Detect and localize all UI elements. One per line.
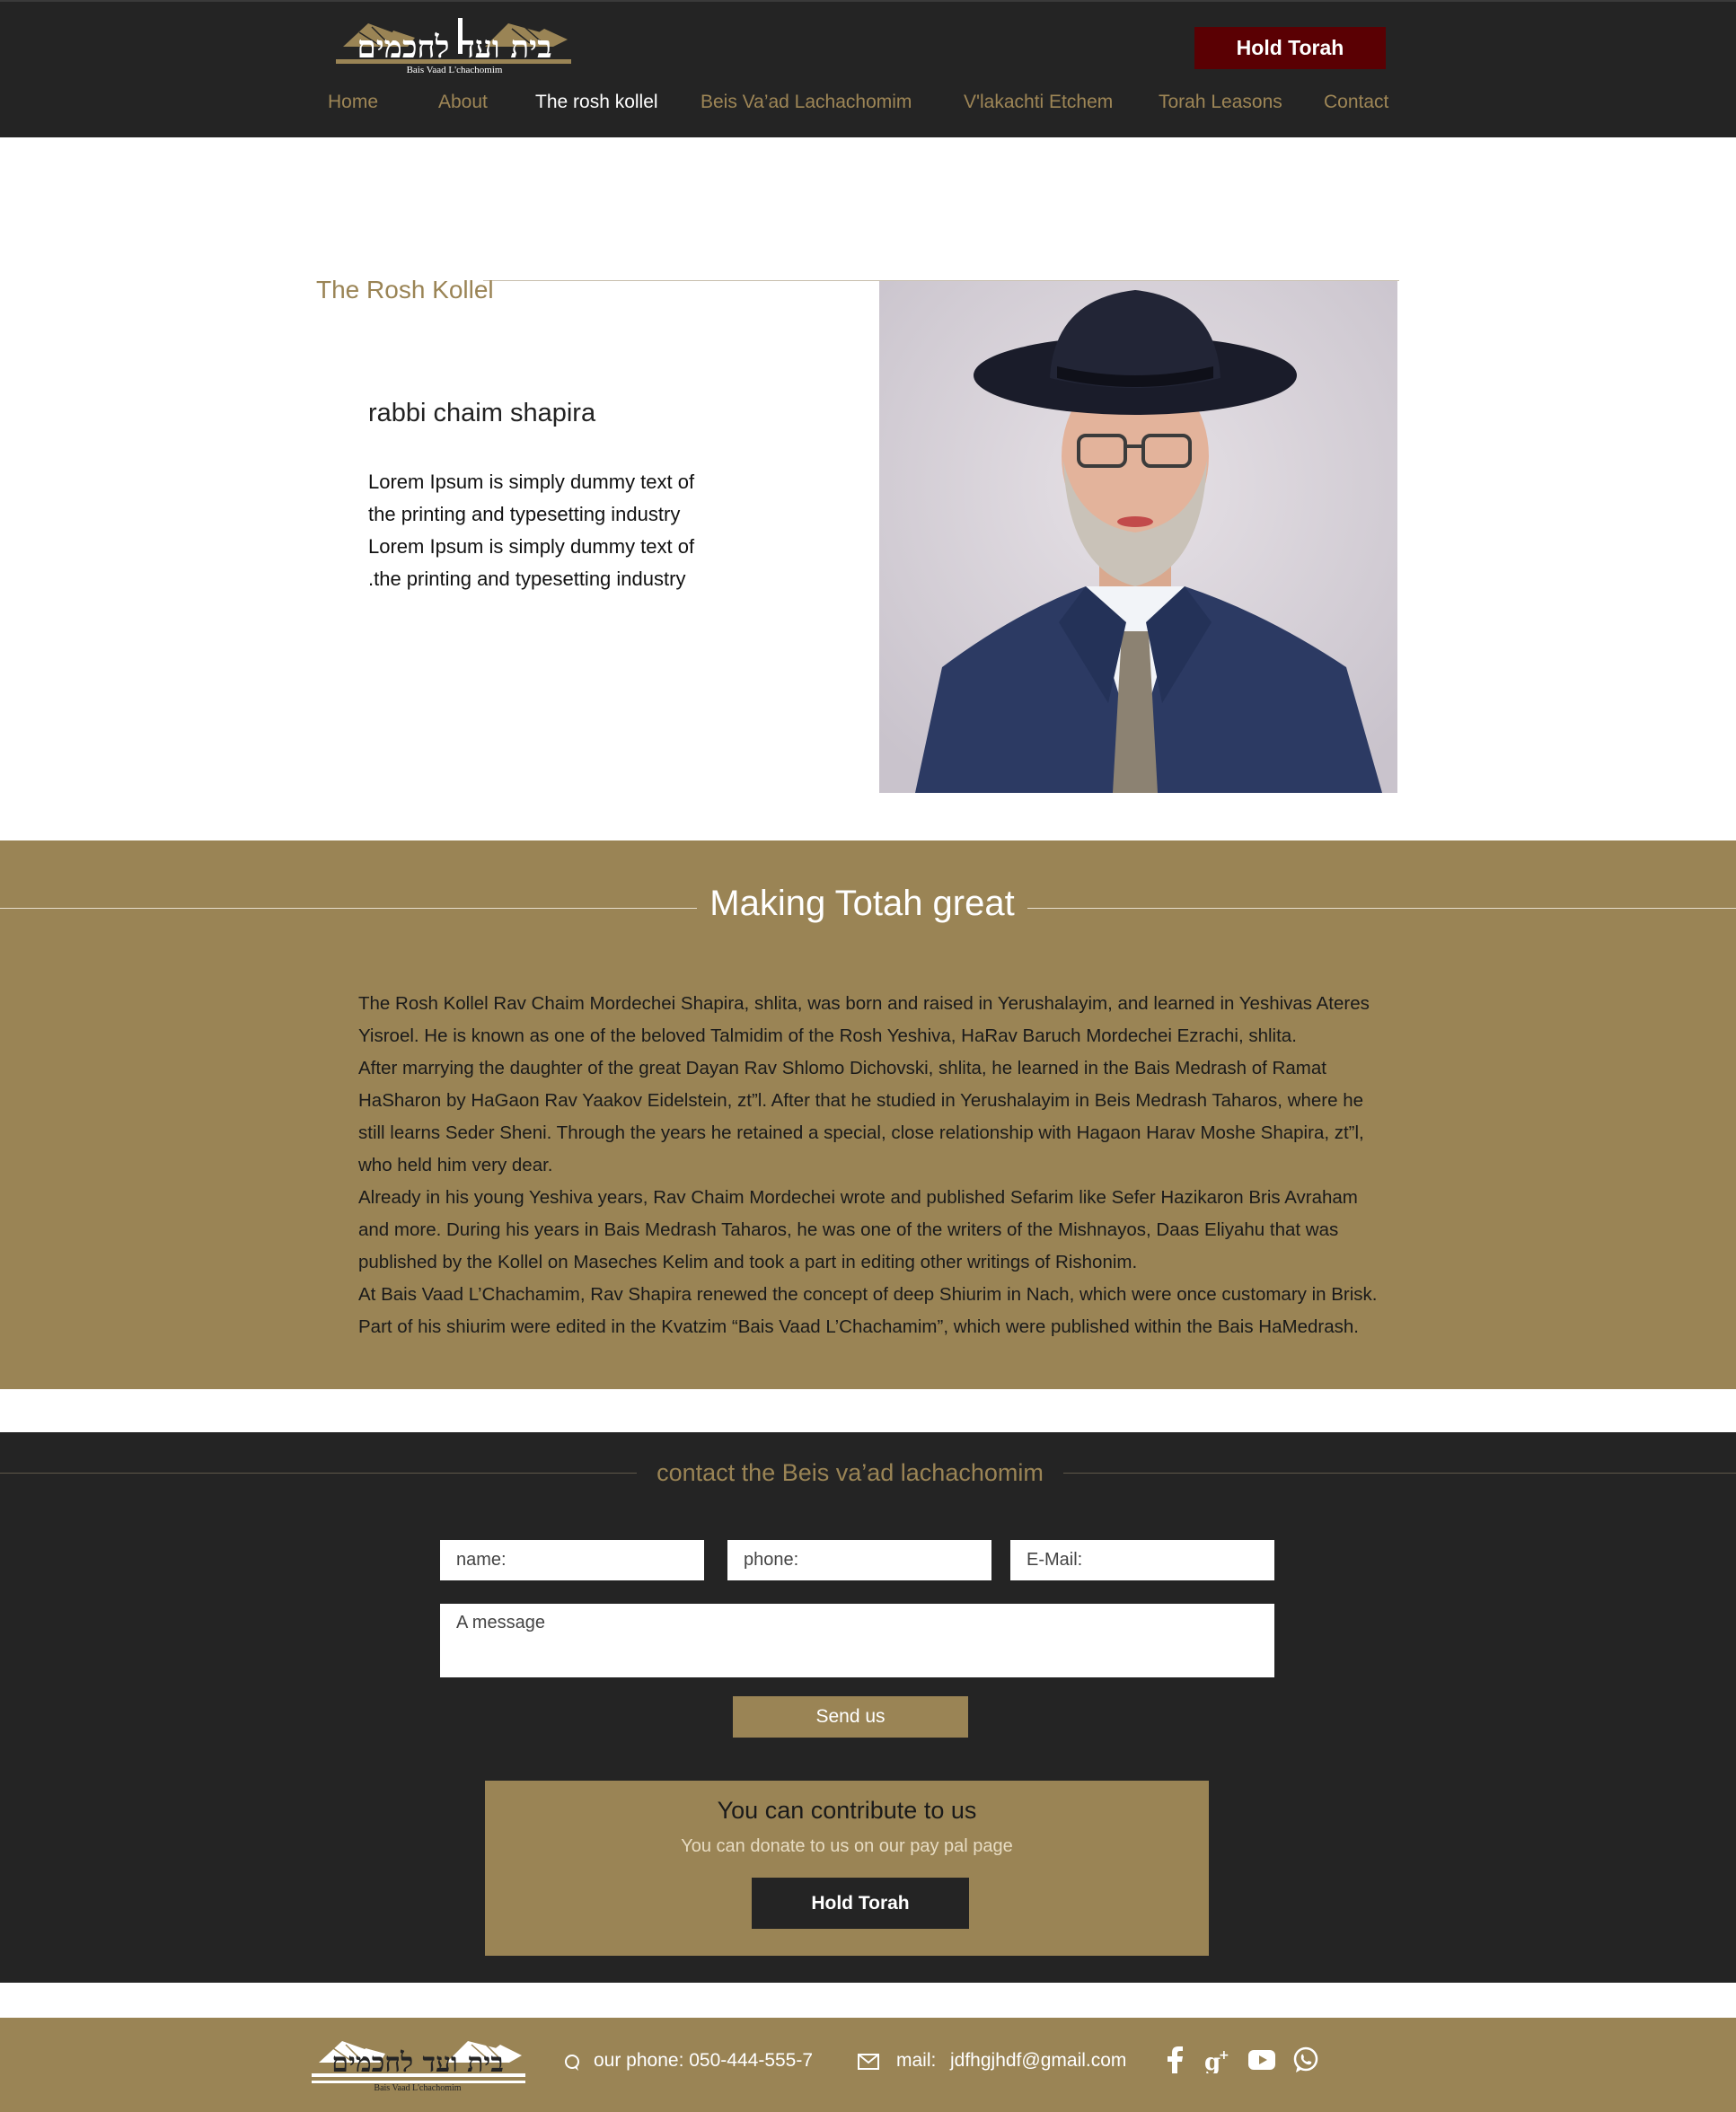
paragraph: At Bais Vaad L’Chachamim, Rav Shapira re…	[358, 1284, 1378, 1337]
email-field[interactable]	[1010, 1540, 1274, 1580]
message-field[interactable]	[440, 1604, 1274, 1677]
footer-logo[interactable]: בית ועד לחכמים Bais Vaad L'chachomim	[310, 2034, 530, 2093]
footer-mail-label: mail:	[896, 2050, 937, 2071]
svg-text:בית ועד לחכמים: בית ועד לחכמים	[357, 30, 552, 66]
contact-section: contact the Beis va’ad lachachomim Send …	[0, 1432, 1736, 1983]
phone-icon	[563, 2054, 581, 2076]
youtube-icon[interactable]	[1247, 2045, 1277, 2075]
nav-beis-vaad[interactable]: Beis Va’ad Lachachomim	[701, 92, 912, 113]
rabbi-name: rabbi chaim shapira	[368, 399, 596, 427]
hold-torah-button[interactable]: Hold Torah	[1194, 27, 1386, 69]
making-torah-title: Making Totah great	[0, 884, 1724, 924]
mail-icon	[858, 2054, 879, 2074]
site-footer: בית ועד לחכמים Bais Vaad L'chachomim our…	[0, 2018, 1736, 2112]
site-header: בית ועד לחכמים Bais Vaad L'chachomim Hol…	[0, 0, 1736, 137]
section-title: The Rosh Kollel	[316, 276, 494, 304]
rabbi-bio: Lorem Ipsum is simply dummy text of the …	[368, 466, 727, 595]
nav-torah-lessons[interactable]: Torah Leasons	[1159, 92, 1282, 113]
site-logo[interactable]: בית ועד לחכמים Bais Vaad L'chachomim	[332, 16, 577, 79]
nav-about[interactable]: About	[438, 92, 488, 113]
whatsapp-icon[interactable]	[1291, 2045, 1321, 2075]
facebook-icon[interactable]	[1160, 2045, 1191, 2075]
google-plus-icon[interactable]: g +	[1203, 2045, 1233, 2075]
making-torah-section: Making Totah great The Rosh Kollel Rav C…	[0, 840, 1736, 1389]
send-button[interactable]: Send us	[733, 1696, 968, 1738]
svg-text:בית ועד לחכמים: בית ועד לחכמים	[331, 2047, 503, 2079]
paragraph: After marrying the daughter of the great…	[358, 1058, 1364, 1175]
making-torah-text: The Rosh Kollel Rav Chaim Mordechei Shap…	[358, 988, 1391, 1343]
footer-phone: our phone: 050-444-555-7	[594, 2050, 814, 2071]
bio-line: Lorem Ipsum is simply dummy text of	[368, 471, 695, 493]
phone-field[interactable]	[727, 1540, 991, 1580]
svg-text:Bais Vaad L'chachomim: Bais Vaad L'chachomim	[407, 65, 503, 75]
contact-title: contact the Beis va’ad lachachomim	[0, 1459, 1700, 1487]
bio-line: Lorem Ipsum is simply dummy text of	[368, 535, 695, 558]
nav-contact[interactable]: Contact	[1324, 92, 1388, 113]
donate-title: You can contribute to us	[717, 1797, 977, 1824]
paragraph: Already in his young Yeshiva years, Rav …	[358, 1187, 1358, 1272]
rabbi-photo	[879, 281, 1397, 793]
donate-button[interactable]: Hold Torah	[752, 1878, 969, 1929]
svg-text:Bais Vaad L'chachomim: Bais Vaad L'chachomim	[374, 2083, 461, 2093]
nav-rosh-kollel[interactable]: The rosh kollel	[535, 92, 658, 113]
donate-box: You can contribute to us You can donate …	[485, 1781, 1209, 1956]
donate-subtitle: You can donate to us on our pay pal page	[681, 1836, 1013, 1856]
footer-mail-value[interactable]: jdfhgjhdf@gmail.com	[950, 2050, 1126, 2072]
name-field[interactable]	[440, 1540, 704, 1580]
paragraph: The Rosh Kollel Rav Chaim Mordechei Shap…	[358, 993, 1370, 1046]
bio-line: .the printing and typesetting industry	[368, 568, 686, 590]
svg-text:+: +	[1219, 2048, 1229, 2063]
nav-home[interactable]: Home	[328, 92, 378, 113]
nav-vlakachti-etchem[interactable]: V'lakachti Etchem	[964, 92, 1113, 113]
bio-line: the printing and typesetting industry	[368, 503, 681, 525]
